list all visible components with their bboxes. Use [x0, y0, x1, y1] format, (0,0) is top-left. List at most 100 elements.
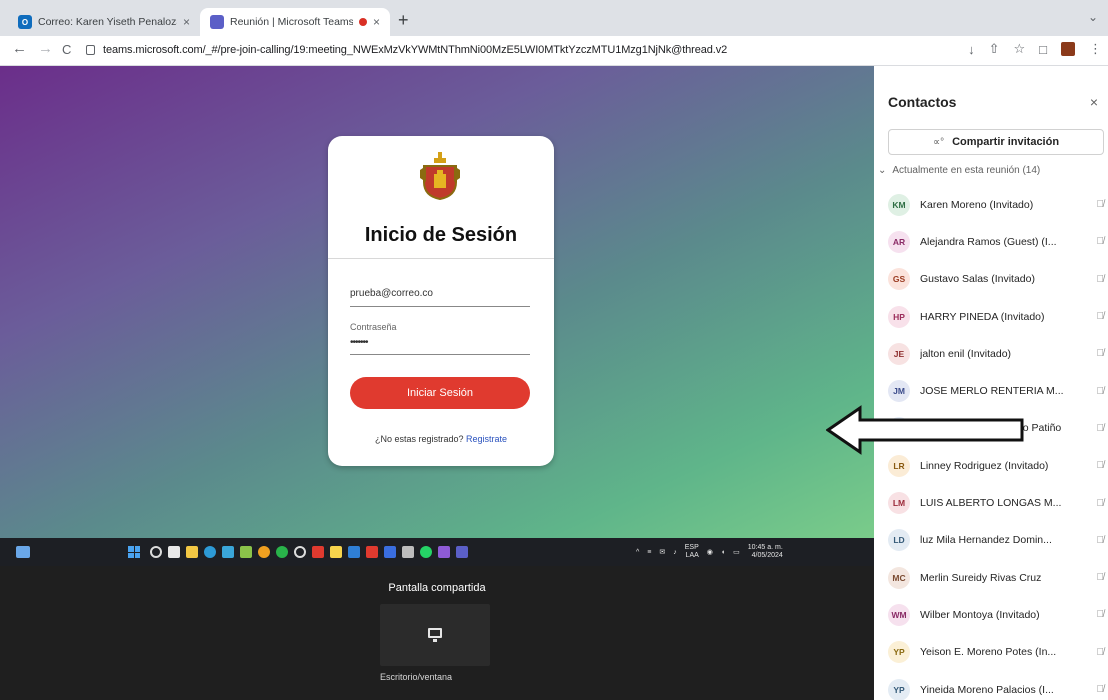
avatar: LM	[888, 492, 910, 515]
stage-title: Pantalla compartida	[388, 582, 486, 594]
close-icon[interactable]: ×	[1090, 94, 1098, 110]
side-panel-icon[interactable]: □	[1039, 42, 1047, 57]
volume-icon: ◖	[720, 548, 726, 556]
share-screen-tile[interactable]	[380, 604, 490, 666]
participant-item[interactable]: WM Wilber Montoya (Invitado) 🎙̸	[888, 596, 1104, 633]
participant-item[interactable]: JE jalton enil (Invitado) 🎙̸	[888, 335, 1104, 372]
browser-menu-icon[interactable]: ⋮	[1089, 41, 1102, 57]
close-tab-icon[interactable]: ×	[373, 15, 380, 29]
avatar: LD	[888, 529, 910, 552]
participant-item[interactable]: YP Yeison E. Moreno Potes (In... 🎙̸	[888, 634, 1104, 671]
tab-search-button[interactable]: ⌄	[1088, 10, 1098, 24]
mic-off-icon: 🎙̸	[1096, 684, 1105, 695]
chevron-down-icon: ⌄	[878, 165, 887, 176]
url-text: teams.microsoft.com/_#/pre-join-calling/…	[103, 44, 728, 56]
participant-name: Yeison E. Moreno Potes (In...	[920, 646, 1057, 659]
mic-off-icon: 🎙̸	[1096, 199, 1105, 211]
mic-off-icon: 🎙̸	[1096, 236, 1105, 248]
monitor-icon	[428, 628, 442, 642]
system-tray: ^ ≡ ✉ ♪ ESP LAA ◉ ◖ ▭ 10:45 a. m. 4/05/202…	[636, 544, 783, 560]
participant-item[interactable]: LM LUIS ALBERTO LONGAS M... 🎙̸	[888, 484, 1104, 521]
mic-off-icon: 🎙̸	[1096, 534, 1105, 546]
close-tab-icon[interactable]: ×	[183, 15, 190, 29]
password-underline	[350, 354, 530, 355]
participant-item[interactable]: AR Alejandra Ramos (Guest) (I... 🎙̸	[888, 223, 1104, 260]
mic-off-icon: 🎙̸	[1096, 460, 1105, 472]
in-meeting-section-header[interactable]: ⌄ Actualmente en esta reunión (14)	[878, 165, 1040, 176]
windows-taskbar: ^ ≡ ✉ ♪ ESP LAA ◉ ◖ ▭ 10:45 a. m. 4/05/202…	[0, 538, 874, 566]
language-indicator: ESP LAA	[684, 544, 699, 559]
register-prompt: ¿No estas registrado? Registrate	[328, 434, 554, 444]
login-card: Inicio de Sesión prueba@correo.co Contra…	[328, 136, 554, 466]
tab-microsoft-teams[interactable]: Reunión | Microsoft Teams ×	[200, 8, 390, 36]
register-question: ¿No estas registrado?	[374, 434, 464, 444]
login-button[interactable]: Iniciar Sesión	[350, 377, 530, 409]
task-view-icon	[168, 546, 180, 558]
app-icon	[294, 546, 306, 558]
teams-icon	[210, 15, 224, 29]
participant-item[interactable]: MC Merlin Sureidy Rivas Cruz 🎙̸	[888, 559, 1104, 596]
address-bar[interactable]: teams.microsoft.com/_#/pre-join-calling/…	[86, 39, 1026, 61]
outlook-icon: O	[18, 15, 32, 29]
participant-item[interactable]: HP HARRY PINEDA (Invitado) 🎙̸	[888, 298, 1104, 335]
participant-name: JOSE MERLO RENTERIA M...	[920, 385, 1064, 398]
participant-name: jalton enil (Invitado)	[920, 347, 1012, 360]
widgets-icon	[16, 546, 30, 558]
mic-off-icon: 🎙̸	[1096, 609, 1105, 621]
bookmark-star-icon[interactable]: ☆	[1013, 41, 1025, 57]
app-icon	[402, 546, 414, 558]
new-tab-button[interactable]: +	[398, 10, 409, 31]
register-link[interactable]: Registrate	[466, 434, 507, 444]
avatar: AR	[888, 230, 910, 253]
participant-item[interactable]: LD luz Mila Hernandez Domin... 🎙̸	[888, 522, 1104, 559]
search-icon	[150, 546, 162, 558]
arrow-annotation-icon	[826, 405, 1024, 455]
share-tile-caption: Escritorio/ventana	[380, 672, 453, 682]
battery-icon: ▭	[733, 549, 740, 556]
tray-clock: 10:45 a. m. 4/05/2024	[747, 544, 783, 559]
mic-off-icon: 🎙̸	[1096, 311, 1105, 323]
participant-name: Wilber Montoya (Invitado)	[920, 608, 1040, 621]
share-icon: ∝°	[932, 136, 945, 148]
spotify-icon	[276, 546, 288, 558]
tray-app-icon: ≡	[647, 548, 652, 556]
avatar: YP	[888, 678, 910, 700]
recording-indicator-icon	[358, 18, 367, 26]
participant-name: Yineida Moreno Palacios (I...	[920, 683, 1054, 696]
forward-button[interactable]: →	[38, 40, 53, 57]
wifi-icon: ◉	[706, 549, 713, 556]
avatar: WM	[888, 603, 910, 626]
mic-off-icon: 🎙̸	[1096, 273, 1105, 285]
share-page-icon[interactable]: ⇧	[989, 41, 1000, 57]
participant-name: LUIS ALBERTO LONGAS M...	[920, 497, 1062, 510]
acrobat-icon	[312, 546, 324, 558]
extension-icon[interactable]	[1061, 42, 1075, 56]
participant-name: Gustavo Salas (Invitado)	[920, 273, 1035, 286]
chrome-icon	[258, 546, 270, 558]
participant-item[interactable]: GS Gustavo Salas (Invitado) 🎙̸	[888, 261, 1104, 298]
back-button[interactable]: ←	[12, 40, 27, 57]
password-field[interactable]: •••••••	[350, 337, 368, 348]
word-icon	[384, 546, 396, 558]
email-underline	[350, 306, 530, 307]
vscode-icon	[348, 546, 360, 558]
mic-off-icon: 🎙̸	[1096, 572, 1105, 584]
avatar: MC	[888, 566, 910, 589]
mail-tray-icon: ✉	[659, 549, 666, 556]
share-invitation-button[interactable]: ∝° Compartir invitación	[888, 129, 1104, 155]
participant-item[interactable]: YP Yineida Moreno Palacios (I... 🎙̸	[888, 671, 1104, 700]
reload-button[interactable]: C	[62, 42, 71, 57]
mic-off-icon: 🎙̸	[1096, 646, 1105, 658]
shared-screen-content: Inicio de Sesión prueba@correo.co Contra…	[0, 66, 874, 566]
microphone-tray-icon: ♪	[673, 548, 677, 556]
windows-start-icon	[128, 546, 140, 558]
tab-outlook-mail[interactable]: O Correo: Karen Yiseth Penaloza ×	[8, 8, 200, 36]
avatar: HP	[888, 305, 910, 328]
participant-item[interactable]: KM Karen Moreno (Invitado) 🎙̸	[888, 186, 1104, 223]
download-icon[interactable]: ↓	[968, 42, 975, 57]
visual-studio-icon	[438, 546, 450, 558]
participant-name: Linney Rodriguez (Invitado)	[920, 459, 1049, 472]
mic-off-icon: 🎙̸	[1096, 385, 1105, 397]
divider	[328, 258, 554, 259]
email-field[interactable]: prueba@correo.co	[350, 288, 433, 299]
